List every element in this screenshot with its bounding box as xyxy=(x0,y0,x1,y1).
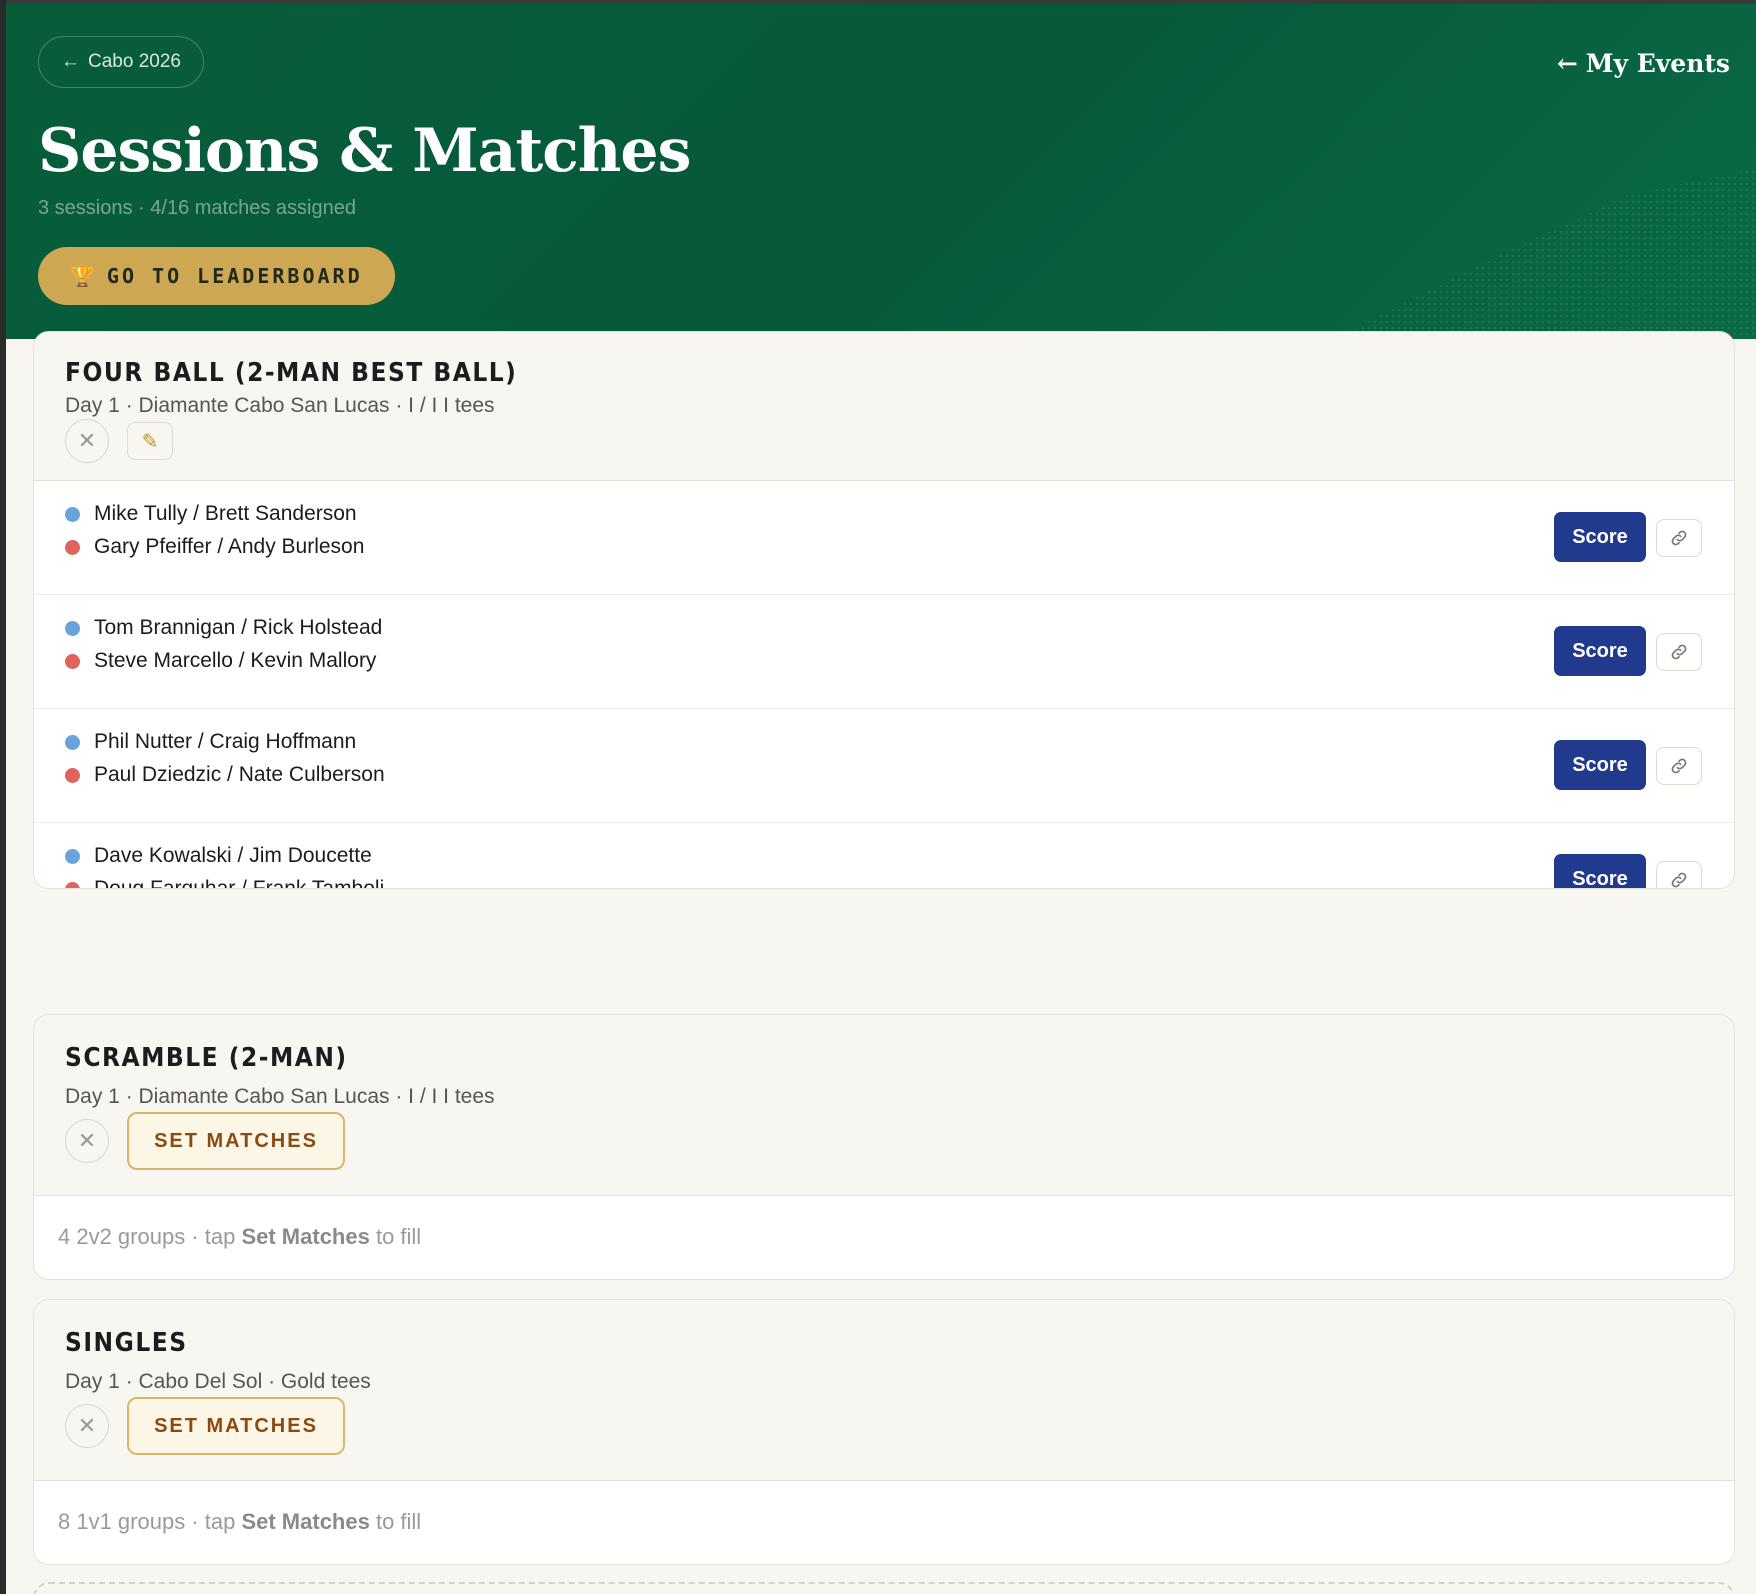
match-row: Tom Brannigan / Rick Holstead Steve Marc… xyxy=(34,595,1734,709)
session-card-singles: SINGLES Day 1 · Cabo Del Sol · Gold tees… xyxy=(33,1299,1735,1565)
share-link-button[interactable] xyxy=(1656,519,1702,557)
header: ← Cabo 2026 ← My Events Sessions & Match… xyxy=(6,0,1756,339)
match-row: Dave Kowalski / Jim Doucette Doug Farquh… xyxy=(34,823,1734,889)
score-button[interactable]: Score xyxy=(1554,740,1646,790)
share-link-button[interactable] xyxy=(1656,747,1702,785)
team-red-players: Gary Pfeiffer / Andy Burleson xyxy=(94,535,365,558)
hint-text: 4 2v2 groups · tap Set Matches to fill xyxy=(58,1224,421,1250)
team-red-dot xyxy=(65,539,80,555)
page-title: Sessions & Matches xyxy=(38,116,691,186)
session-header: SINGLES Day 1 · Cabo Del Sol · Gold tees… xyxy=(34,1300,1734,1480)
team-blue-players: Tom Brannigan / Rick Holstead xyxy=(94,616,383,639)
share-link-button[interactable] xyxy=(1656,633,1702,671)
link-icon xyxy=(1671,644,1687,660)
hint-suffix: to fill xyxy=(369,1509,422,1534)
session-hint: 4 2v2 groups · tap Set Matches to fill xyxy=(34,1195,1734,1279)
team-blue-players: Mike Tully / Brett Sanderson xyxy=(94,502,357,525)
session-meta: Day 1 · Diamante Cabo San Lucas · I / I … xyxy=(65,394,495,417)
session-title: SCRAMBLE (2-MAN) xyxy=(65,1043,348,1073)
remove-session-button[interactable]: ✕ xyxy=(65,1119,109,1163)
share-link-button[interactable] xyxy=(1656,861,1702,888)
team-red-dot xyxy=(65,881,80,888)
remove-session-button[interactable]: ✕ xyxy=(65,1404,109,1448)
remove-session-button[interactable]: ✕ xyxy=(65,419,109,463)
session-header: FOUR BALL (2-MAN BEST BALL) Day 1 · Diam… xyxy=(34,332,1734,480)
team-red-players: Paul Dziedzic / Nate Culberson xyxy=(94,763,385,786)
back-label: Cabo 2026 xyxy=(88,51,181,72)
team-blue: Mike Tully / Brett Sanderson xyxy=(65,502,357,526)
session-card-scramble: SCRAMBLE (2-MAN) Day 1 · Diamante Cabo S… xyxy=(33,1014,1735,1280)
header-pattern xyxy=(1336,169,1756,339)
my-events-label: My Events xyxy=(1585,49,1730,78)
session-meta: Day 1 · Diamante Cabo San Lucas · I / I … xyxy=(65,1085,495,1108)
close-icon: ✕ xyxy=(77,428,97,453)
link-icon xyxy=(1671,530,1687,546)
hint-prefix: 4 2v2 groups · tap xyxy=(58,1224,242,1249)
add-session-placeholder[interactable] xyxy=(33,1582,1735,1594)
set-matches-button[interactable]: SET MATCHES xyxy=(127,1397,345,1455)
trophy-icon: 🏆 xyxy=(70,264,95,288)
back-to-event-button[interactable]: ← Cabo 2026 xyxy=(38,36,204,88)
team-blue-dot xyxy=(65,620,80,636)
match-list: Mike Tully / Brett Sanderson Gary Pfeiff… xyxy=(34,480,1734,889)
session-header: SCRAMBLE (2-MAN) Day 1 · Diamante Cabo S… xyxy=(34,1015,1734,1195)
team-red-players: Steve Marcello / Kevin Mallory xyxy=(94,649,377,672)
team-blue-players: Phil Nutter / Craig Hoffmann xyxy=(94,730,357,753)
team-red: Gary Pfeiffer / Andy Burleson xyxy=(65,535,364,559)
hint-bold: Set Matches xyxy=(241,1509,370,1534)
edit-session-button[interactable]: ✎ xyxy=(127,422,173,460)
score-button[interactable]: Score xyxy=(1554,512,1646,562)
team-blue-players: Dave Kowalski / Jim Doucette xyxy=(94,844,372,867)
page-subtitle: 3 sessions · 4/16 matches assigned xyxy=(38,197,356,219)
team-blue-dot xyxy=(65,734,80,750)
set-matches-button[interactable]: SET MATCHES xyxy=(127,1112,345,1170)
team-blue: Dave Kowalski / Jim Doucette xyxy=(65,844,372,868)
session-meta: Day 1 · Cabo Del Sol · Gold tees xyxy=(65,1370,371,1393)
team-red: Doug Farquhar / Frank Tamboli xyxy=(65,877,385,889)
score-button[interactable]: Score xyxy=(1554,626,1646,676)
session-title: FOUR BALL (2-MAN BEST BALL) xyxy=(65,358,518,388)
leaderboard-label: GO TO LEADERBOARD xyxy=(106,264,363,288)
team-red: Paul Dziedzic / Nate Culberson xyxy=(65,763,385,787)
team-blue-dot xyxy=(65,848,80,864)
hint-prefix: 8 1v1 groups · tap xyxy=(58,1509,242,1534)
team-red-players: Doug Farquhar / Frank Tamboli xyxy=(94,877,385,889)
pencil-icon: ✎ xyxy=(141,430,159,453)
go-to-leaderboard-button[interactable]: 🏆 GO TO LEADERBOARD xyxy=(38,247,395,305)
match-row: Phil Nutter / Craig Hoffmann Paul Dziedz… xyxy=(34,709,1734,823)
hint-text: 8 1v1 groups · tap Set Matches to fill xyxy=(58,1509,421,1535)
close-icon: ✕ xyxy=(77,1128,97,1153)
app: ← Cabo 2026 ← My Events Sessions & Match… xyxy=(6,0,1756,1594)
session-card-four-ball: FOUR BALL (2-MAN BEST BALL) Day 1 · Diam… xyxy=(33,331,1735,889)
link-icon xyxy=(1671,872,1687,888)
arrow-left-icon: ← xyxy=(1556,49,1578,78)
team-red-dot xyxy=(65,653,80,669)
team-blue: Phil Nutter / Craig Hoffmann xyxy=(65,730,356,754)
session-hint: 8 1v1 groups · tap Set Matches to fill xyxy=(34,1480,1734,1564)
hint-suffix: to fill xyxy=(369,1224,422,1249)
team-blue-dot xyxy=(65,506,80,522)
score-button[interactable]: Score xyxy=(1554,854,1646,888)
link-icon xyxy=(1671,758,1687,774)
team-red: Steve Marcello / Kevin Mallory xyxy=(65,649,376,673)
team-blue: Tom Brannigan / Rick Holstead xyxy=(65,616,382,640)
session-title: SINGLES xyxy=(65,1328,188,1358)
my-events-link[interactable]: ← My Events xyxy=(1557,49,1730,78)
hint-bold: Set Matches xyxy=(241,1224,370,1249)
close-icon: ✕ xyxy=(77,1413,97,1438)
match-row: Mike Tully / Brett Sanderson Gary Pfeiff… xyxy=(34,481,1734,595)
team-red-dot xyxy=(65,767,80,783)
arrow-left-icon: ← xyxy=(61,51,80,72)
